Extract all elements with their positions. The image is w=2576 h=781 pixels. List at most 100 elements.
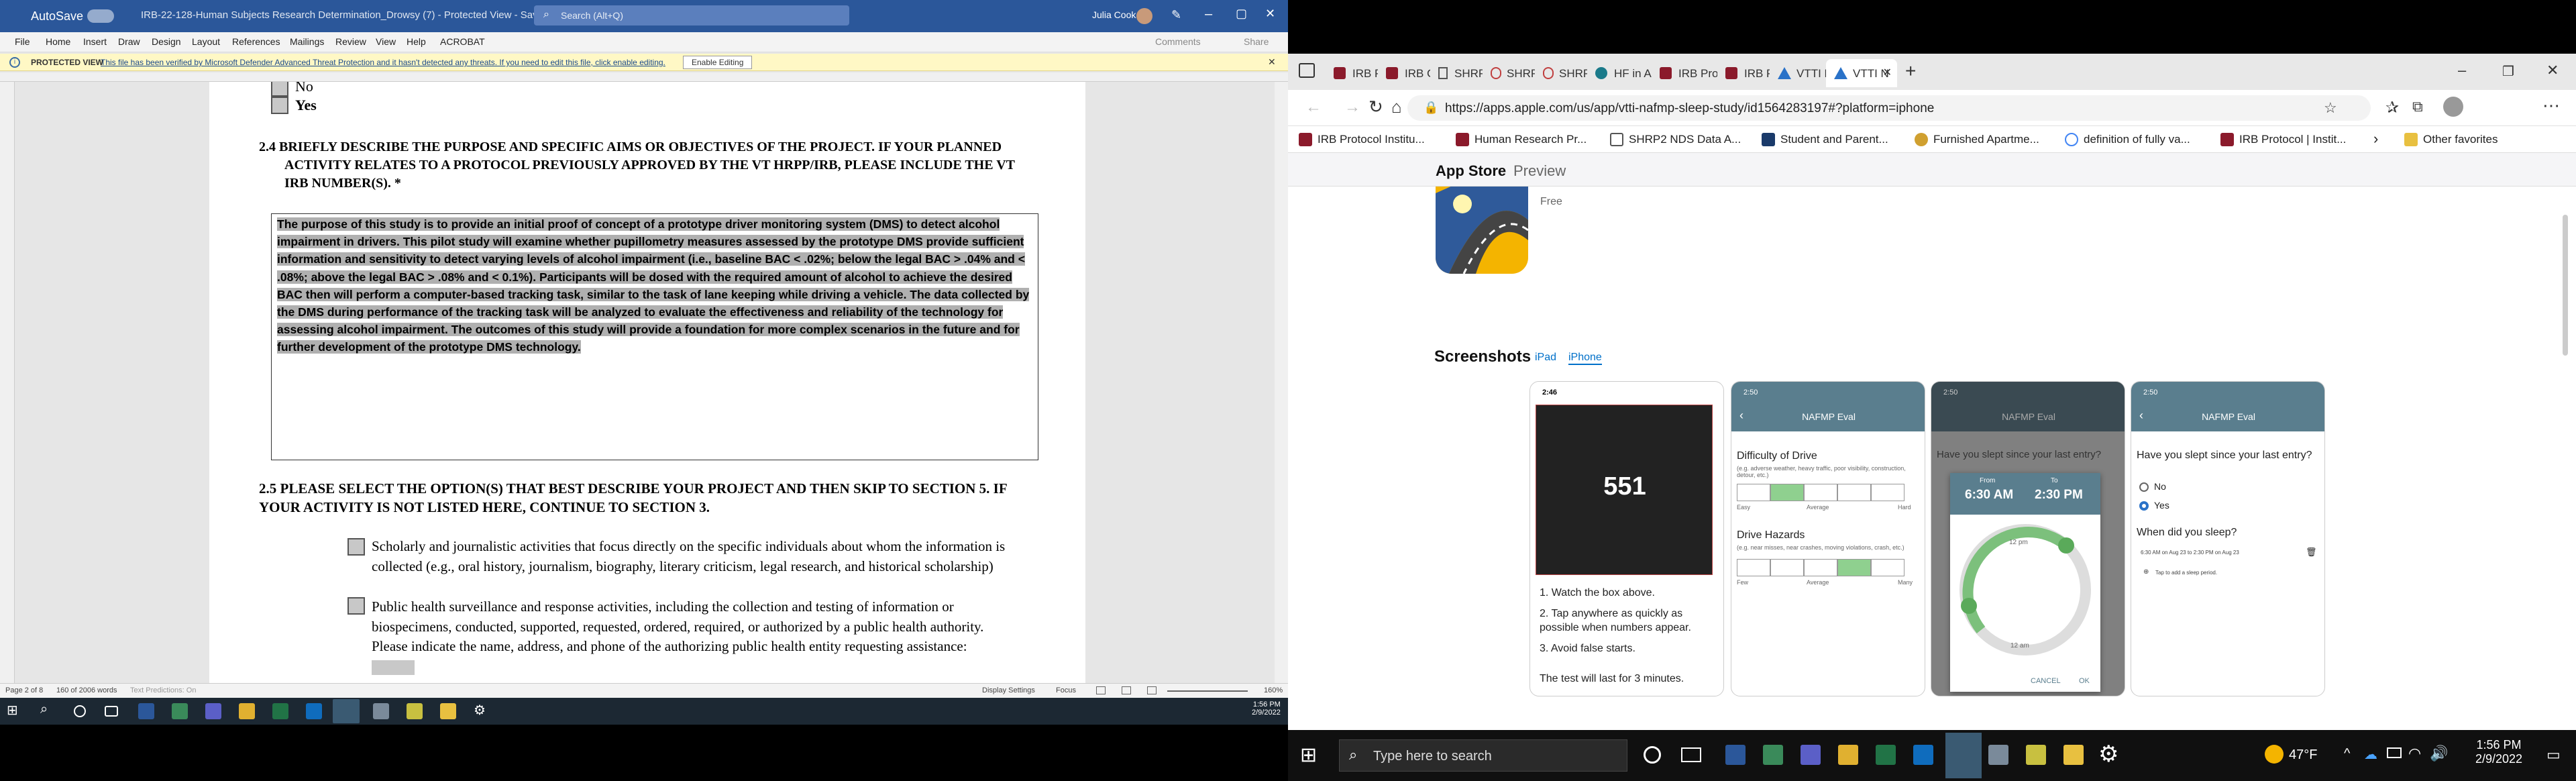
time-picker-dialog[interactable]: From To 6:30 AM 2:30 PM 12 pm 12 am CANC… bbox=[1950, 473, 2100, 692]
web-layout-icon[interactable] bbox=[1147, 686, 1157, 694]
scale-option[interactable] bbox=[1804, 484, 1837, 501]
weather-icon[interactable] bbox=[2265, 745, 2284, 764]
bookmark-2[interactable]: Human Research Pr... bbox=[1456, 133, 1587, 146]
battery-icon[interactable] bbox=[2387, 747, 2402, 758]
tab-1[interactable]: IRB Pro bbox=[1326, 59, 1378, 87]
app-icon[interactable] bbox=[172, 703, 188, 719]
authority-input[interactable] bbox=[372, 660, 415, 675]
edge-icon-active[interactable] bbox=[1945, 733, 1982, 778]
refresh-icon[interactable]: ↻ bbox=[1368, 97, 1383, 117]
zoom-level[interactable]: 160% bbox=[1264, 686, 1283, 694]
difficulty-scale[interactable] bbox=[1737, 484, 1904, 501]
screenshot-3[interactable]: 2:50 NAFMP Eval Have you slept since you… bbox=[1931, 381, 2125, 696]
scale-option-selected[interactable] bbox=[1770, 484, 1804, 501]
app-store-brand[interactable]: App Store bbox=[1436, 162, 1506, 180]
app-icon[interactable] bbox=[407, 703, 423, 719]
gear-icon[interactable]: ⚙ bbox=[474, 702, 490, 718]
zoom-slider[interactable] bbox=[1167, 690, 1248, 692]
read-mode-icon[interactable] bbox=[1096, 686, 1106, 694]
avatar[interactable] bbox=[2443, 97, 2463, 117]
word-icon[interactable] bbox=[1725, 745, 1746, 765]
tab-help[interactable]: Help bbox=[407, 36, 426, 47]
autosave-toggle[interactable] bbox=[87, 9, 114, 23]
share-button[interactable]: Share bbox=[1244, 36, 1269, 47]
home-icon[interactable]: ⌂ bbox=[1391, 97, 1402, 117]
tab-design[interactable]: Design bbox=[152, 36, 181, 47]
sleep-entry[interactable]: 6:30 AM on Aug 23 to 2:30 PM on Aug 23 bbox=[2141, 550, 2239, 556]
tab-2[interactable]: IRB Co bbox=[1378, 59, 1430, 87]
file-explorer-icon[interactable] bbox=[1838, 745, 1858, 765]
collections-icon[interactable]: ⧉ bbox=[2412, 98, 2423, 115]
autosave-label[interactable]: AutoSave bbox=[31, 9, 83, 23]
scale-option[interactable] bbox=[1770, 559, 1804, 576]
tab-8[interactable]: IRB Pr bbox=[1717, 59, 1770, 87]
folder-icon[interactable] bbox=[2063, 745, 2084, 765]
scale-option[interactable] bbox=[1871, 559, 1904, 576]
onedrive-icon[interactable]: ☁ bbox=[2364, 746, 2377, 763]
url-text[interactable]: https://apps.apple.com/us/app/vtti-nafmp… bbox=[1445, 101, 1934, 116]
scale-option[interactable] bbox=[1837, 484, 1871, 501]
hazards-scale[interactable] bbox=[1737, 559, 1904, 576]
tab-9[interactable]: VTTI N bbox=[1770, 59, 1826, 87]
word-count[interactable]: 160 of 2006 words bbox=[56, 686, 117, 694]
comments-button[interactable]: Comments bbox=[1155, 36, 1201, 47]
close-icon[interactable]: ✕ bbox=[2546, 62, 2559, 79]
scale-option[interactable] bbox=[1871, 484, 1904, 501]
tab-mailings[interactable]: Mailings bbox=[290, 36, 324, 47]
bookmark-5[interactable]: Furnished Apartme... bbox=[1915, 133, 2039, 146]
display-settings[interactable]: Display Settings bbox=[982, 686, 1035, 694]
page-indicator[interactable]: Page 2 of 8 bbox=[5, 686, 43, 694]
word-icon[interactable] bbox=[138, 703, 154, 719]
tab-view[interactable]: View bbox=[376, 36, 396, 47]
iphone-toggle[interactable]: iPhone bbox=[1568, 352, 1602, 365]
protected-view-message[interactable]: This file has been verified by Microsoft… bbox=[101, 58, 665, 67]
scale-option[interactable] bbox=[1737, 559, 1770, 576]
folder-icon[interactable] bbox=[440, 703, 456, 719]
checkbox-no[interactable] bbox=[271, 82, 288, 97]
radio-no[interactable] bbox=[2139, 482, 2149, 492]
bookmark-7[interactable]: IRB Protocol | Instit... bbox=[2220, 133, 2346, 146]
bookmark-6[interactable]: definition of fully va... bbox=[2065, 133, 2190, 146]
clock[interactable]: 1:56 PM 2/9/2022 bbox=[2469, 738, 2529, 766]
new-tab-icon[interactable]: + bbox=[1905, 60, 1916, 82]
radio-yes-selected[interactable] bbox=[2139, 501, 2149, 511]
lock-icon[interactable]: 🔒 bbox=[1424, 101, 1438, 115]
ipad-toggle[interactable]: iPad bbox=[1535, 352, 1556, 364]
close-tab-icon[interactable]: ✕ bbox=[1883, 66, 1892, 79]
search-box[interactable]: ⌕ Search (Alt+Q) bbox=[534, 5, 849, 25]
app-icon[interactable] bbox=[373, 703, 389, 719]
task-view-icon[interactable] bbox=[105, 706, 118, 717]
bookmark-1[interactable]: IRB Protocol Institu... bbox=[1299, 133, 1425, 146]
gear-icon[interactable]: ⚙ bbox=[2098, 741, 2118, 768]
more-icon[interactable]: ⋯ bbox=[2542, 95, 2560, 116]
page-scrollbar[interactable] bbox=[2563, 215, 2568, 356]
scale-option[interactable] bbox=[1737, 484, 1770, 501]
pen-icon[interactable]: ✎ bbox=[1171, 8, 1181, 22]
scale-option-selected[interactable] bbox=[1837, 559, 1871, 576]
teams-icon[interactable] bbox=[205, 703, 221, 719]
tab-home[interactable]: Home bbox=[46, 36, 70, 47]
outlook-icon[interactable] bbox=[306, 703, 322, 719]
vertical-scrollbar[interactable] bbox=[1275, 82, 1288, 683]
cortana-icon[interactable] bbox=[74, 705, 86, 717]
windows-start-icon[interactable]: ⊞ bbox=[7, 702, 23, 718]
bookmark-4[interactable]: Student and Parent... bbox=[1762, 133, 1888, 146]
network-icon[interactable]: ◠ bbox=[2408, 745, 2421, 762]
outlook-icon[interactable] bbox=[1913, 745, 1933, 765]
enable-editing-button[interactable]: Enable Editing bbox=[683, 56, 753, 69]
windows-start-icon[interactable]: ⊞ bbox=[1300, 743, 1317, 767]
tab-7[interactable]: IRB Pro bbox=[1652, 59, 1717, 87]
edge-icon[interactable] bbox=[333, 699, 360, 723]
tab-draw[interactable]: Draw bbox=[118, 36, 140, 47]
tab-file[interactable]: File bbox=[15, 36, 30, 47]
tab-actions-icon[interactable] bbox=[1299, 63, 1315, 78]
favorite-star-icon[interactable]: ☆ bbox=[2324, 99, 2337, 117]
add-sleep-period[interactable]: Tap to add a sleep period. bbox=[2155, 570, 2217, 576]
weather-temp[interactable]: 47°F bbox=[2289, 747, 2317, 763]
close-icon[interactable]: ✕ bbox=[1268, 56, 1276, 68]
reaction-box[interactable]: 551 bbox=[1536, 405, 1713, 575]
text-predictions[interactable]: Text Predictions: On bbox=[130, 686, 196, 694]
focus-button[interactable]: Focus bbox=[1056, 686, 1076, 694]
answer-text-box[interactable]: The purpose of this study is to provide … bbox=[271, 213, 1038, 460]
excel-icon[interactable] bbox=[272, 703, 288, 719]
